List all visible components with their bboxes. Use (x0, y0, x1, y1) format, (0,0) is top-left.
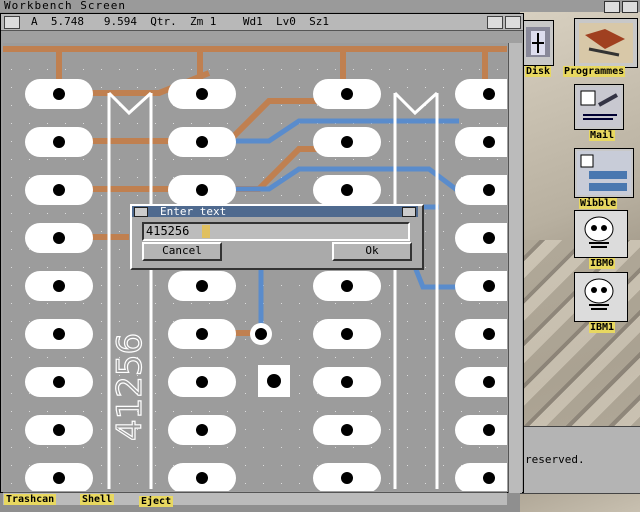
vertical-scrollbar[interactable] (508, 43, 522, 493)
icon-label-ibm1: IBM1 (589, 322, 616, 333)
programmes-drawer-icon[interactable] (574, 18, 638, 68)
trashcan-label[interactable]: Trashcan (4, 494, 57, 505)
cli-window[interactable]: reserved. (520, 426, 640, 494)
enter-text-dialog[interactable]: Enter text 415256 Cancel Ok (130, 204, 424, 270)
text-input-field[interactable]: 415256 (142, 222, 410, 241)
text-input-value: 415256 (146, 224, 190, 238)
shell-label[interactable]: Shell (80, 494, 115, 505)
dialog-title: Enter text (160, 205, 227, 218)
icon-label-wibble: Wibble (579, 198, 618, 209)
zoom-gadget-icon[interactable] (487, 16, 503, 29)
ibm0-skull-icon[interactable] (574, 210, 628, 258)
depth-gadget-icon[interactable] (505, 16, 521, 29)
editor-status-bar: A 5.748 9.594 Qtr. Zm 1 Wd1 Lv0 Sz1 (1, 14, 523, 31)
eject-label[interactable]: Eject (139, 496, 174, 507)
ok-button[interactable]: Ok (332, 242, 412, 261)
screen-title: Workbench Screen (4, 0, 126, 12)
icon-label-ibm0: IBM0 (589, 258, 616, 269)
pad-column-3 (313, 79, 381, 491)
depth-gadget-back-icon[interactable] (604, 1, 620, 13)
icon-label-disk: Disk (525, 66, 552, 77)
depth-gadget-front-icon[interactable] (622, 1, 638, 13)
ibm1-skull-icon[interactable] (574, 272, 628, 322)
pad-column-4 (455, 79, 507, 491)
icon-label-programmes: Programmes (563, 66, 626, 77)
dialog-close-icon[interactable] (134, 207, 148, 217)
dialog-title-bar[interactable]: Enter text (132, 205, 418, 218)
cancel-button[interactable]: Cancel (142, 242, 222, 261)
screen-title-bar: Workbench Screen (0, 0, 640, 13)
editor-status-text: A 5.748 9.594 Qtr. Zm 1 Wd1 Lv0 Sz1 (31, 15, 330, 28)
text-cursor (202, 225, 210, 238)
pad-column-1 (25, 79, 93, 491)
desktop-keyboard-image (520, 240, 640, 430)
horizontal-scrollbar[interactable] (3, 492, 507, 505)
close-icon[interactable] (4, 16, 20, 29)
wibble-drawer-icon[interactable] (574, 148, 634, 198)
mail-icon[interactable] (574, 84, 624, 130)
icon-label-mail: Mail (589, 130, 616, 141)
pad-column-2 (168, 79, 236, 491)
chip-label-text: 41256 (110, 333, 150, 441)
cli-text: reserved. (525, 453, 585, 466)
disk-icon[interactable] (522, 20, 554, 66)
dialog-depth-icon[interactable] (402, 207, 416, 217)
